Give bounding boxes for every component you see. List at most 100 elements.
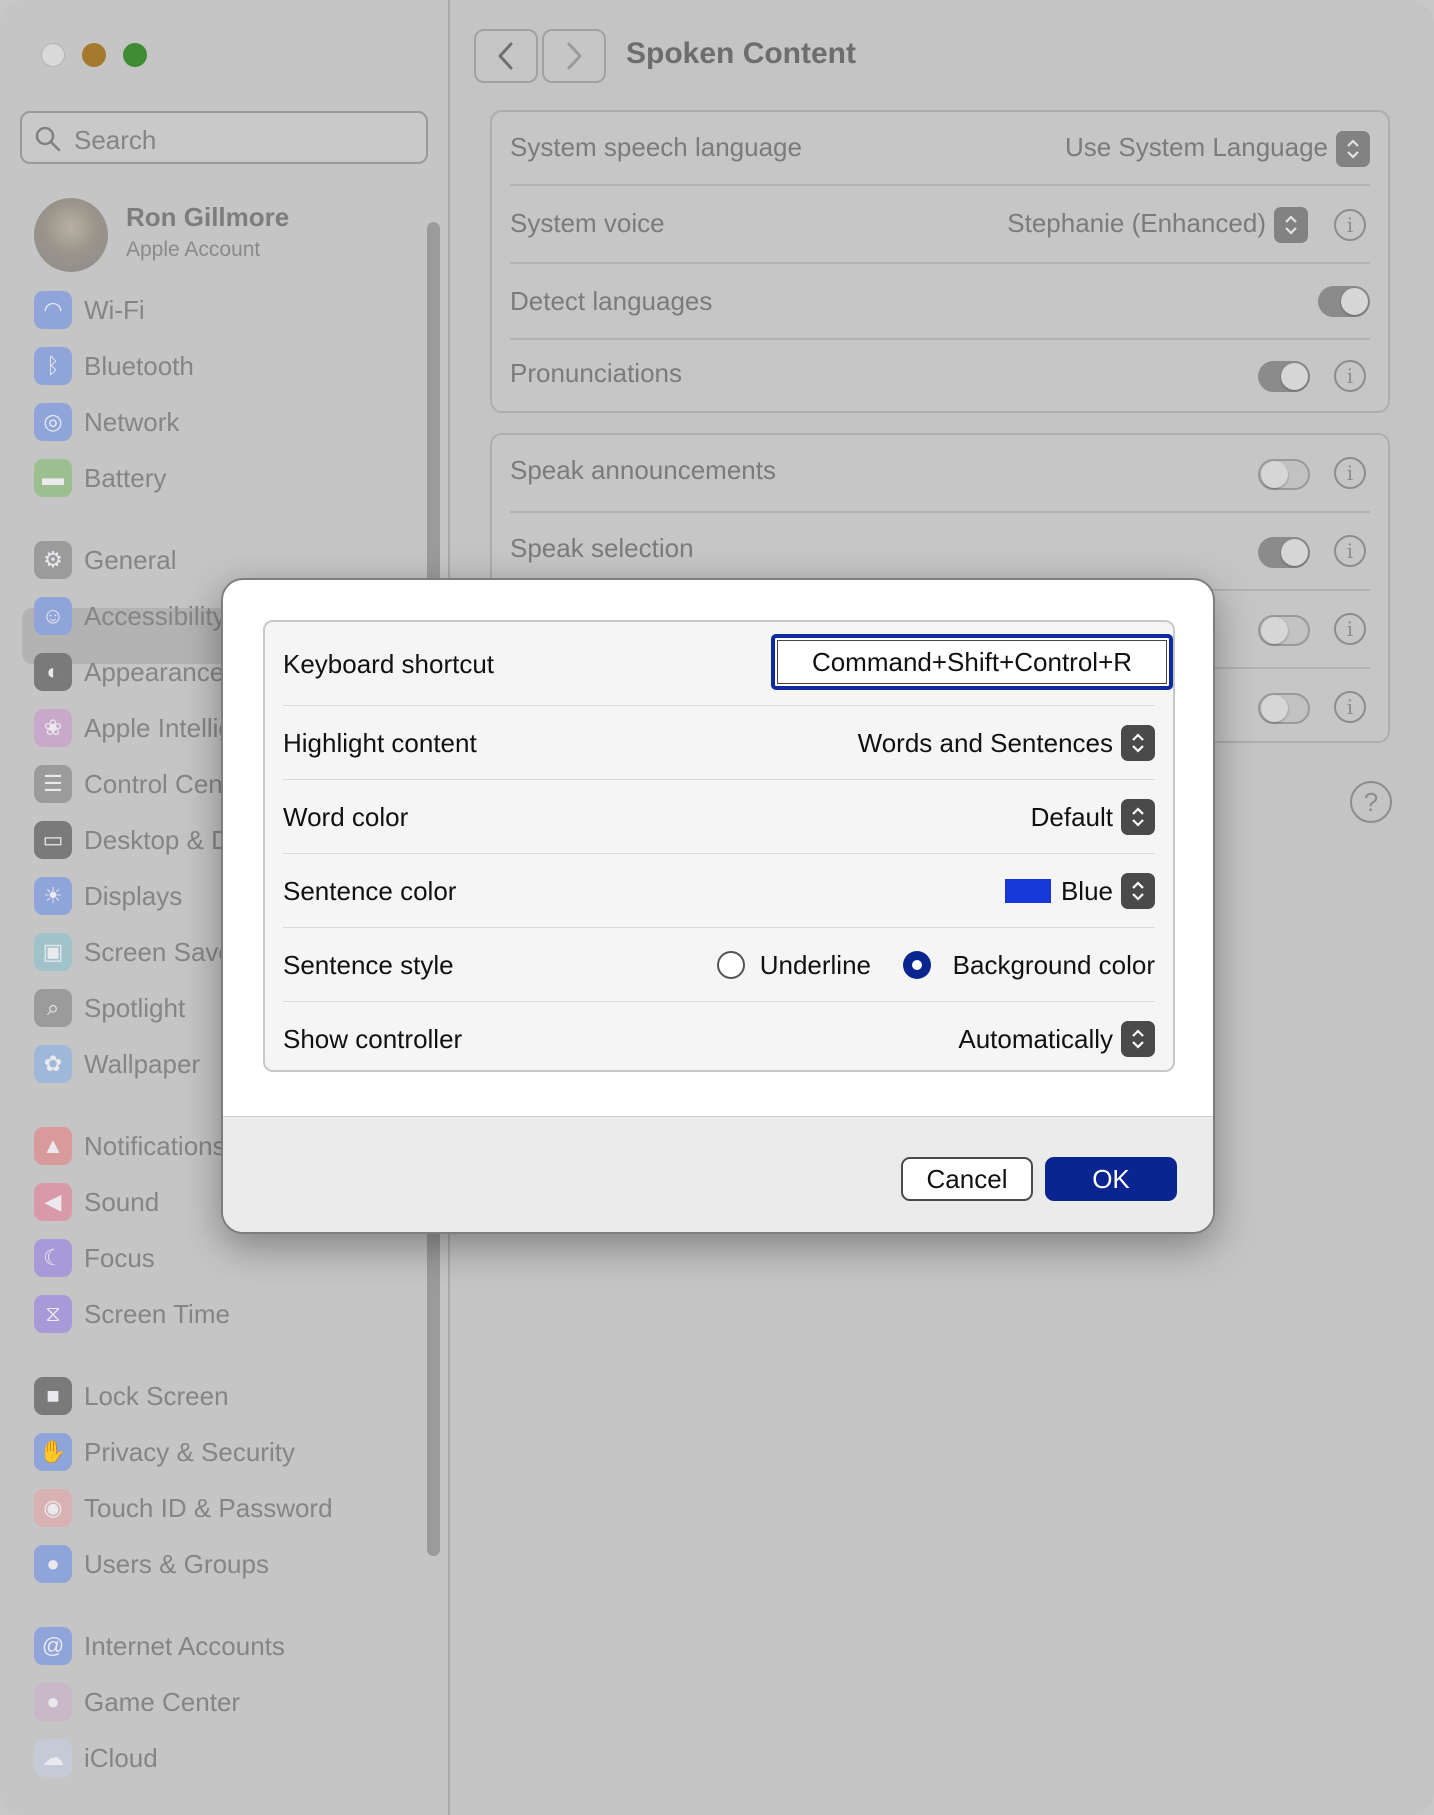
cancel-button[interactable]: Cancel xyxy=(901,1157,1033,1201)
highlight-content-value[interactable]: Words and Sentences xyxy=(858,728,1113,759)
option-toggle[interactable] xyxy=(1258,615,1310,646)
sidebar-item-label: Sound xyxy=(84,1186,160,1217)
sidebar-item-label: Privacy & Security xyxy=(84,1436,295,1467)
sidebar-item-label: Touch ID & Password xyxy=(84,1492,333,1523)
info-icon[interactable]: i xyxy=(1334,360,1366,392)
sidebar-item-label: Internet Accounts xyxy=(84,1630,285,1661)
search-input[interactable]: Search xyxy=(20,111,428,164)
speak-announcements-row: Speak announcements i xyxy=(510,435,1370,513)
sidebar-item-sound[interactable]: ◀ Sound xyxy=(34,1180,159,1224)
back-button[interactable] xyxy=(474,29,538,83)
speak-selection-label: Speak selection xyxy=(510,533,694,563)
ok-button[interactable]: OK xyxy=(1045,1157,1177,1201)
siri-icon: ❀ xyxy=(34,709,72,747)
search-placeholder: Search xyxy=(74,125,157,155)
help-button[interactable]: ? xyxy=(1350,781,1392,823)
updown-chevron-icon[interactable] xyxy=(1121,725,1155,761)
screen-time-icon: ⧖ xyxy=(34,1295,72,1333)
sidebar-item-icloud[interactable]: ☁ iCloud xyxy=(34,1736,158,1780)
spotlight-icon: ⌕ xyxy=(34,989,72,1027)
show-controller-row: Show controller Automatically xyxy=(283,1002,1155,1076)
sidebar-item-appearance[interactable]: ◐ Appearance xyxy=(34,650,224,694)
sidebar-item-focus[interactable]: ☾ Focus xyxy=(34,1236,155,1280)
keyboard-shortcut-label: Keyboard shortcut xyxy=(283,649,495,679)
underline-radio-label[interactable]: Underline xyxy=(760,950,871,981)
detect-languages-toggle[interactable] xyxy=(1318,286,1370,317)
updown-chevron-icon[interactable] xyxy=(1121,1021,1155,1057)
keyboard-shortcut-field[interactable]: Command+Shift+Control+R xyxy=(771,634,1173,690)
sidebar-item-spotlight[interactable]: ⌕ Spotlight xyxy=(34,986,185,1030)
sidebar-item-internet-accounts[interactable]: @ Internet Accounts xyxy=(34,1624,285,1668)
sidebar-item-label: Spotlight xyxy=(84,992,186,1023)
sidebar-item-label: Wi-Fi xyxy=(84,294,145,325)
close-window-button[interactable] xyxy=(41,43,65,67)
window-controls xyxy=(41,43,147,67)
speak-selection-toggle[interactable] xyxy=(1258,537,1310,568)
dialog-footer: Cancel OK xyxy=(223,1116,1213,1232)
accessibility-icon: ☺ xyxy=(34,597,72,635)
sidebar-item-privacy-security[interactable]: ✋ Privacy & Security xyxy=(34,1430,295,1474)
control-centre-icon: ☰ xyxy=(34,765,72,803)
page-title: Spoken Content xyxy=(626,37,856,70)
minimize-window-button[interactable] xyxy=(82,43,106,67)
globe-icon: ◎ xyxy=(34,403,72,441)
updown-chevron-icon[interactable] xyxy=(1121,873,1155,909)
forward-button[interactable] xyxy=(542,29,606,83)
sidebar-item-label: iCloud xyxy=(84,1742,158,1773)
sidebar-item-wi-fi[interactable]: ◠ Wi-Fi xyxy=(34,288,145,332)
sidebar-item-touch-id-password[interactable]: ◉ Touch ID & Password xyxy=(34,1486,333,1530)
color-swatch xyxy=(1005,879,1051,903)
word-color-value[interactable]: Default xyxy=(1031,802,1113,833)
updown-chevron-icon[interactable] xyxy=(1336,131,1370,167)
sentence-style-label: Sentence style xyxy=(283,950,454,980)
icloud-icon: ☁ xyxy=(34,1739,72,1777)
background-color-radio[interactable] xyxy=(903,951,931,979)
sidebar-item-notifications[interactable]: ▲ Notifications xyxy=(34,1124,226,1168)
system-speech-language-value[interactable]: Use System Language xyxy=(1065,132,1328,163)
info-icon[interactable]: i xyxy=(1334,209,1366,241)
show-controller-value[interactable]: Automatically xyxy=(958,1024,1113,1055)
sidebar-item-network[interactable]: ◎ Network xyxy=(34,400,179,444)
chevron-left-icon xyxy=(498,42,513,70)
battery-icon: ▬ xyxy=(34,459,72,497)
sidebar-item-label: Appearance xyxy=(84,656,225,687)
background-color-radio-label[interactable]: Background color xyxy=(953,950,1155,981)
game-center-icon: ● xyxy=(34,1683,72,1721)
speak-announcements-toggle[interactable] xyxy=(1258,459,1310,490)
sidebar-item-bluetooth[interactable]: ᛒ Bluetooth xyxy=(34,344,194,388)
zoom-window-button[interactable] xyxy=(123,43,147,67)
info-icon[interactable]: i xyxy=(1334,535,1366,567)
bluetooth-icon: ᛒ xyxy=(34,347,72,385)
speak-announcements-label: Speak announcements xyxy=(510,455,776,485)
sentence-color-label: Sentence color xyxy=(283,876,457,906)
sidebar-item-battery[interactable]: ▬ Battery xyxy=(34,456,166,500)
updown-chevron-icon[interactable] xyxy=(1121,799,1155,835)
sidebar-item-game-center[interactable]: ● Game Center xyxy=(34,1680,240,1724)
detect-languages-label: Detect languages xyxy=(510,286,713,316)
underline-radio[interactable] xyxy=(717,951,745,979)
system-voice-value[interactable]: Stephanie (Enhanced) xyxy=(1007,208,1266,239)
sidebar-item-label: Accessibility xyxy=(84,600,226,631)
sidebar-item-screen-saver[interactable]: ▣ Screen Saver xyxy=(34,930,242,974)
pronunciations-toggle[interactable] xyxy=(1258,361,1310,392)
option-toggle[interactable] xyxy=(1258,693,1310,724)
account-item[interactable]: Ron Gillmore Apple Account xyxy=(34,198,414,272)
wifi-icon: ◠ xyxy=(34,291,72,329)
dialog-options-box: Keyboard shortcut Command+Shift+Control+… xyxy=(263,620,1175,1072)
sidebar-item-accessibility[interactable]: ☺ Accessibility xyxy=(34,594,226,638)
sidebar-item-displays[interactable]: ☀ Displays xyxy=(34,874,182,918)
lock-icon: ■ xyxy=(34,1377,72,1415)
sidebar-item-wallpaper[interactable]: ✿ Wallpaper xyxy=(34,1042,200,1086)
account-subtitle: Apple Account xyxy=(126,238,261,261)
sidebar-item-lock-screen[interactable]: ■ Lock Screen xyxy=(34,1374,229,1418)
sidebar-item-general[interactable]: ⚙ General xyxy=(34,538,177,582)
sidebar-item-label: Displays xyxy=(84,880,183,911)
info-icon[interactable]: i xyxy=(1334,691,1366,723)
sidebar-item-screen-time[interactable]: ⧖ Screen Time xyxy=(34,1292,230,1336)
sentence-color-value[interactable]: Blue xyxy=(1061,876,1113,907)
info-icon[interactable]: i xyxy=(1334,613,1366,645)
sidebar-item-label: Game Center xyxy=(84,1686,241,1717)
updown-chevron-icon[interactable] xyxy=(1274,207,1308,243)
info-icon[interactable]: i xyxy=(1334,457,1366,489)
sidebar-item-users-groups[interactable]: ● Users & Groups xyxy=(34,1542,269,1586)
